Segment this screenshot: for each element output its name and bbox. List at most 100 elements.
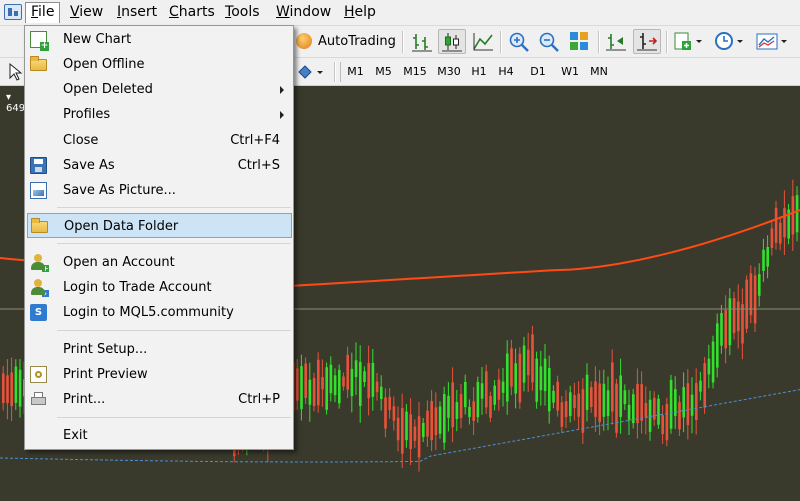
arrows-objects-icon[interactable] (296, 63, 326, 81)
timeframe-m15[interactable]: M15 (398, 62, 432, 82)
candle-body (304, 363, 307, 398)
candle-body (711, 341, 715, 383)
menu-item-open-offline[interactable]: Open Offline (25, 52, 293, 77)
candle-body (451, 382, 454, 428)
cursor-icon[interactable] (7, 62, 25, 82)
menu-item-login-trade-account[interactable]: › Login to Trade Account (25, 275, 293, 300)
menu-item-print[interactable]: Print... Ctrl+P (25, 387, 293, 412)
candle-body (426, 410, 429, 437)
menu-file[interactable]: File (25, 2, 61, 23)
candle-body (417, 416, 421, 458)
account-add-icon: + (30, 254, 49, 273)
candle-body (14, 366, 18, 403)
candle-body (766, 246, 769, 267)
zoom-in-icon[interactable] (506, 29, 532, 54)
candle-body (375, 381, 379, 393)
timeframe-d1[interactable]: D1 (524, 62, 552, 82)
submenu-arrow-icon (280, 111, 284, 119)
timeframe-m1[interactable]: M1 (340, 62, 370, 82)
menu-item-open-deleted[interactable]: Open Deleted (25, 77, 293, 102)
indicators-icon[interactable] (672, 29, 706, 54)
candle-body (514, 363, 517, 394)
menu-item-login-mql5[interactable]: S Login to MQL5.community (25, 300, 293, 325)
candle-body (18, 369, 22, 407)
periods-clock-icon[interactable] (712, 29, 746, 54)
toolbar-separator (666, 31, 668, 53)
candle-body (795, 195, 799, 233)
candle-body (606, 390, 610, 417)
tile-windows-icon[interactable] (566, 29, 592, 54)
menu-item-open-account[interactable]: + Open an Account (25, 250, 293, 275)
candle-body (732, 298, 736, 334)
candle-body (438, 406, 442, 434)
chart-shift-icon[interactable] (603, 29, 629, 54)
candle-body (728, 298, 732, 346)
candle-body (459, 394, 463, 418)
candle-body (317, 359, 320, 406)
candle-body (657, 398, 660, 425)
menu-item-new-chart[interactable]: New Chart (25, 27, 293, 52)
candle-body (720, 313, 723, 346)
app-icon[interactable] (4, 4, 22, 20)
candle-body (753, 275, 757, 324)
candle-body (623, 390, 627, 405)
line-chart-icon[interactable] (470, 29, 496, 54)
candle-body (669, 379, 673, 429)
timeframe-h4[interactable]: H4 (492, 62, 520, 82)
candle-body (564, 401, 568, 418)
menu-help[interactable]: Help (339, 2, 381, 23)
timeframe-m5[interactable]: M5 (369, 62, 398, 82)
zoom-out-icon[interactable] (536, 29, 562, 54)
save-disk-icon (30, 157, 47, 174)
bar-chart-icon[interactable] (409, 29, 435, 54)
menu-item-save-as-picture[interactable]: Save As Picture... (25, 178, 293, 203)
menu-window[interactable]: Window (271, 2, 336, 23)
menu-item-profiles[interactable]: Profiles (25, 102, 293, 127)
menu-item-open-data-folder[interactable]: Open Data Folder (27, 213, 292, 238)
candle-body (371, 362, 375, 397)
menu-item-print-setup[interactable]: Print Setup... (25, 337, 293, 362)
candle-body (619, 375, 622, 417)
menu-insert[interactable]: Insert (112, 2, 162, 23)
menu-item-save-as[interactable]: Save As Ctrl+S (25, 153, 293, 178)
candle-body (762, 249, 765, 271)
menu-item-exit[interactable]: Exit (25, 423, 293, 448)
candlestick-button[interactable] (438, 29, 466, 54)
folder-icon (31, 218, 48, 233)
toolbar-separator (500, 31, 502, 53)
menu-view[interactable]: View (65, 2, 108, 23)
candle-body (665, 403, 669, 441)
toolbar-separator (402, 31, 404, 53)
timeframe-w1[interactable]: W1 (556, 62, 584, 82)
candle-body (346, 354, 349, 390)
picture-icon (30, 182, 47, 199)
menu-item-close[interactable]: Close Ctrl+F4 (25, 128, 293, 153)
candle-body (447, 395, 450, 418)
menu-item-print-preview[interactable]: Print Preview (25, 362, 293, 387)
candle-body (690, 394, 694, 416)
chart-symbol-label: ▾ 649 (6, 92, 25, 114)
templates-icon[interactable] (754, 29, 790, 54)
autotrading-button[interactable]: AutoTrading (294, 29, 396, 54)
candle-body (497, 379, 501, 400)
candle-body (518, 353, 522, 403)
candle-body (678, 402, 681, 430)
auto-scroll-button[interactable] (633, 29, 661, 54)
candle-body (493, 385, 496, 405)
timeframe-h1[interactable]: H1 (466, 62, 492, 82)
candle-body (548, 367, 551, 412)
timeframe-m30[interactable]: M30 (432, 62, 466, 82)
candle-body (707, 358, 711, 375)
menu-separator (57, 330, 291, 331)
timeframe-mn[interactable]: MN (585, 62, 613, 82)
auto-scroll-icon (637, 33, 658, 51)
candle-body (531, 334, 534, 383)
menu-charts[interactable]: Charts (164, 2, 220, 23)
candle-body (350, 368, 354, 397)
chart-collapse-icon[interactable]: ▾ (6, 92, 11, 103)
candle-body (552, 390, 555, 403)
candle-body (388, 396, 391, 411)
candle-body (627, 404, 631, 420)
candle-body (602, 383, 606, 417)
menu-tools[interactable]: Tools (220, 2, 265, 23)
